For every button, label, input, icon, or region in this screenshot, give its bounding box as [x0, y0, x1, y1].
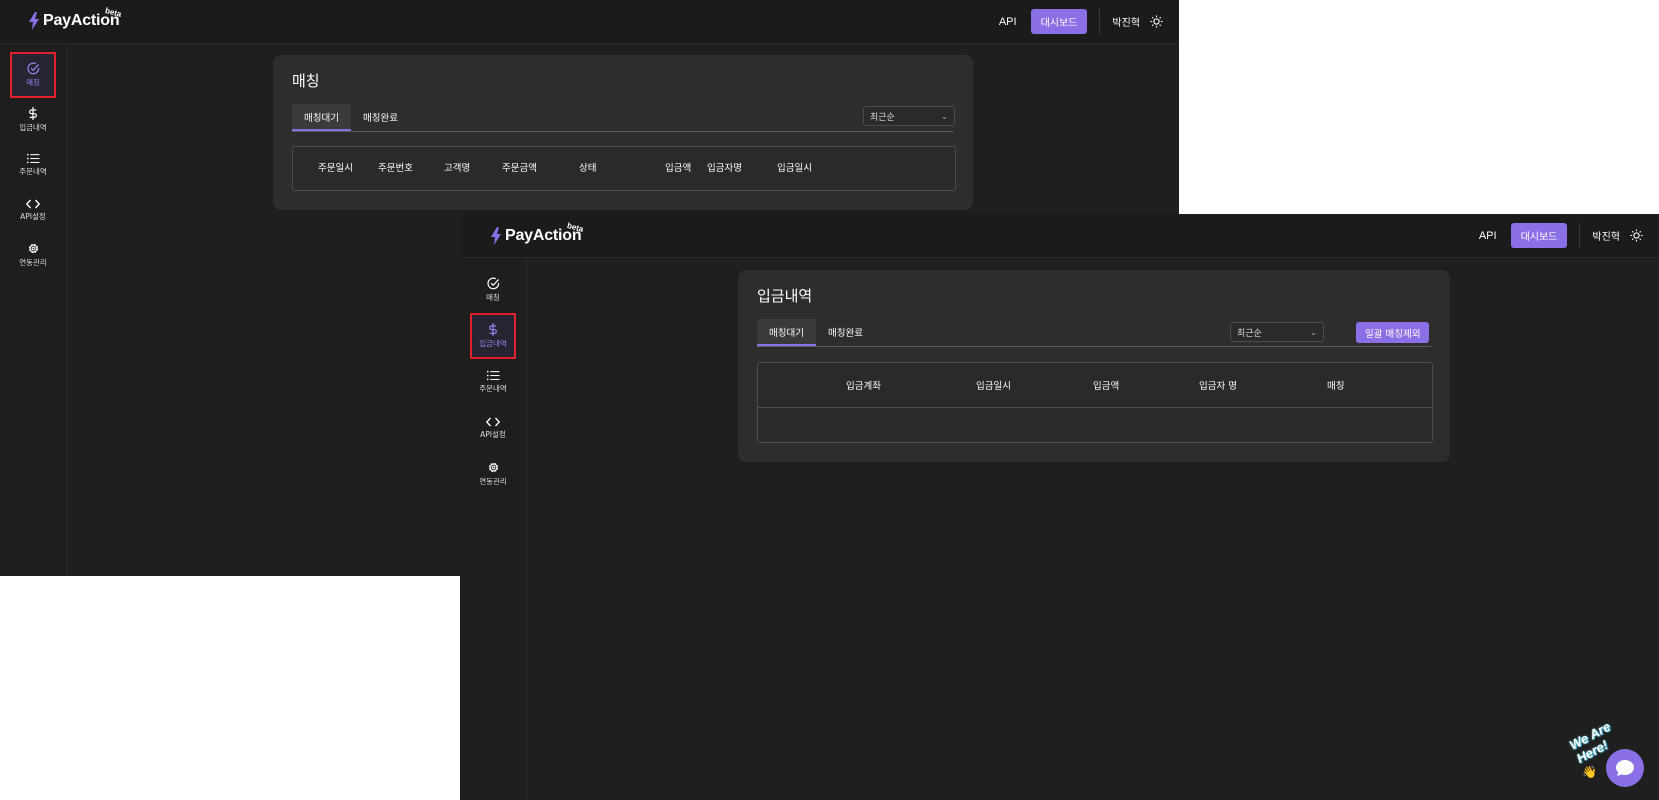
code-icon [26, 199, 40, 208]
sidebar-item-deposits[interactable]: 입금내역 [12, 99, 54, 141]
column-header[interactable]: 입금계좌 [846, 378, 881, 392]
tab-bar: 매칭대기 매칭완료 [757, 319, 1431, 347]
logo[interactable]: PayAction beta [490, 221, 584, 245]
sidebar-item-label: 연동관리 [479, 477, 507, 486]
sidebar-item-label: 주문내역 [479, 384, 507, 393]
dashboard-button[interactable]: 대시보드 [1030, 9, 1088, 34]
wave-hand-icon: 👋 [1582, 765, 1597, 779]
dollar-icon [29, 107, 37, 120]
sort-select[interactable]: 최근순 ⌄ [1230, 322, 1324, 342]
sidebar-item-deposits[interactable]: 입금내역 [470, 313, 516, 359]
deposits-table: 입금계좌 입금일시 입금액 입금자 명 매칭 [757, 362, 1433, 443]
sidebar-item-label: 주문내역 [19, 167, 47, 176]
list-icon [486, 370, 500, 381]
tab-waiting[interactable]: 매칭대기 [292, 104, 351, 131]
sidebar-item-label: 매칭 [26, 78, 40, 87]
sidebar: 매칭 입금내역 주문내역 API설정 연동관리 [0, 44, 67, 576]
tab-bar: 매칭대기 매칭완료 [292, 104, 954, 132]
chat-button[interactable] [1606, 749, 1644, 787]
tab-waiting[interactable]: 매칭대기 [757, 319, 816, 346]
column-header[interactable]: 주문금액 [502, 160, 537, 174]
sort-select-value: 최근순 [1237, 328, 1262, 339]
top-bar: PayAction beta API 대시보드 박진혁 [460, 214, 1659, 258]
sidebar: 매칭 입금내역 주문내역 API설정 연동관리 [460, 258, 527, 800]
table-divider [758, 407, 1432, 408]
column-header[interactable]: 입금자 명 [1199, 378, 1237, 392]
list-icon [26, 153, 40, 164]
gear-icon [488, 462, 498, 473]
header-divider [1579, 223, 1581, 248]
tab-completed[interactable]: 매칭완료 [816, 319, 875, 344]
sort-select-value: 최근순 [870, 112, 895, 123]
sidebar-item-orders[interactable]: 주문내역 [12, 144, 54, 186]
sidebar-item-label: 입금내역 [479, 339, 507, 348]
column-header[interactable]: 입금일시 [976, 378, 1011, 392]
column-header[interactable]: 입금자명 [707, 160, 742, 174]
column-header[interactable]: 주문번호 [378, 160, 413, 174]
page-title: 매칭 [292, 72, 320, 90]
matching-table: 주문일시 주문번호 고객명 주문금액 상태 입금액 입금자명 입금일시 [292, 146, 956, 191]
user-name[interactable]: 박진혁 [1592, 228, 1620, 243]
sun-icon[interactable] [1630, 229, 1643, 242]
chat-bubble-icon [1616, 760, 1634, 776]
sidebar-item-api-settings[interactable]: API설정 [12, 189, 54, 231]
chevron-down-icon: ⌄ [941, 111, 948, 121]
deposits-card: 입금내역 매칭대기 매칭완료 최근순 ⌄ 일괄 매칭제외 입금계좌 입금일시 입… [738, 270, 1450, 462]
column-header[interactable]: 입금액 [1093, 378, 1119, 392]
gear-icon [28, 243, 38, 254]
sidebar-item-matching[interactable]: 매칭 [472, 269, 514, 311]
api-link[interactable]: API [1479, 230, 1497, 242]
sort-select[interactable]: 최근순 ⌄ [863, 106, 955, 126]
user-name[interactable]: 박진혁 [1112, 14, 1140, 29]
chevron-down-icon: ⌄ [1310, 327, 1317, 337]
sidebar-item-label: 입금내역 [19, 123, 47, 132]
sidebar-item-label: 연동관리 [19, 258, 47, 267]
page-title: 입금내역 [757, 287, 813, 305]
sun-icon[interactable] [1150, 15, 1163, 28]
column-header[interactable]: 주문일시 [318, 160, 353, 174]
header-divider [1099, 9, 1101, 34]
sidebar-item-matching[interactable]: 매칭 [10, 52, 56, 98]
column-header[interactable]: 입금액 [665, 160, 691, 174]
top-bar: PayAction beta API 대시보드 박진혁 [0, 0, 1179, 44]
sidebar-item-label: API설정 [20, 211, 46, 221]
lightning-icon [491, 227, 501, 245]
sidebar-item-orders[interactable]: 주문내역 [472, 361, 514, 403]
logo[interactable]: PayAction beta [28, 6, 122, 30]
column-header[interactable]: 고객명 [444, 160, 470, 174]
dashboard-button[interactable]: 대시보드 [1510, 223, 1568, 248]
lightning-icon [29, 12, 39, 30]
sidebar-item-integration[interactable]: 연동관리 [472, 453, 514, 495]
matching-card: 매칭 매칭대기 매칭완료 최근순 ⌄ 주문일시 주문번호 고객명 주문금액 상태… [273, 55, 973, 210]
deposits-window: PayAction beta API 대시보드 박진혁 매칭 입금내역 주문내역… [460, 214, 1659, 800]
dollar-icon [489, 323, 497, 336]
bulk-exclude-button[interactable]: 일괄 매칭제외 [1356, 322, 1430, 343]
sidebar-item-label: API설정 [480, 429, 506, 439]
tab-completed[interactable]: 매칭완료 [351, 104, 410, 129]
api-link[interactable]: API [999, 16, 1017, 28]
column-header[interactable]: 입금일시 [777, 160, 812, 174]
sidebar-item-integration[interactable]: 연동관리 [12, 234, 54, 276]
sidebar-item-api-settings[interactable]: API설정 [472, 407, 514, 449]
sidebar-item-label: 매칭 [486, 293, 500, 302]
check-circle-icon [486, 277, 499, 290]
code-icon [486, 417, 500, 426]
check-circle-icon [26, 62, 39, 75]
column-header[interactable]: 매칭 [1327, 378, 1344, 392]
column-header[interactable]: 상태 [579, 160, 596, 174]
